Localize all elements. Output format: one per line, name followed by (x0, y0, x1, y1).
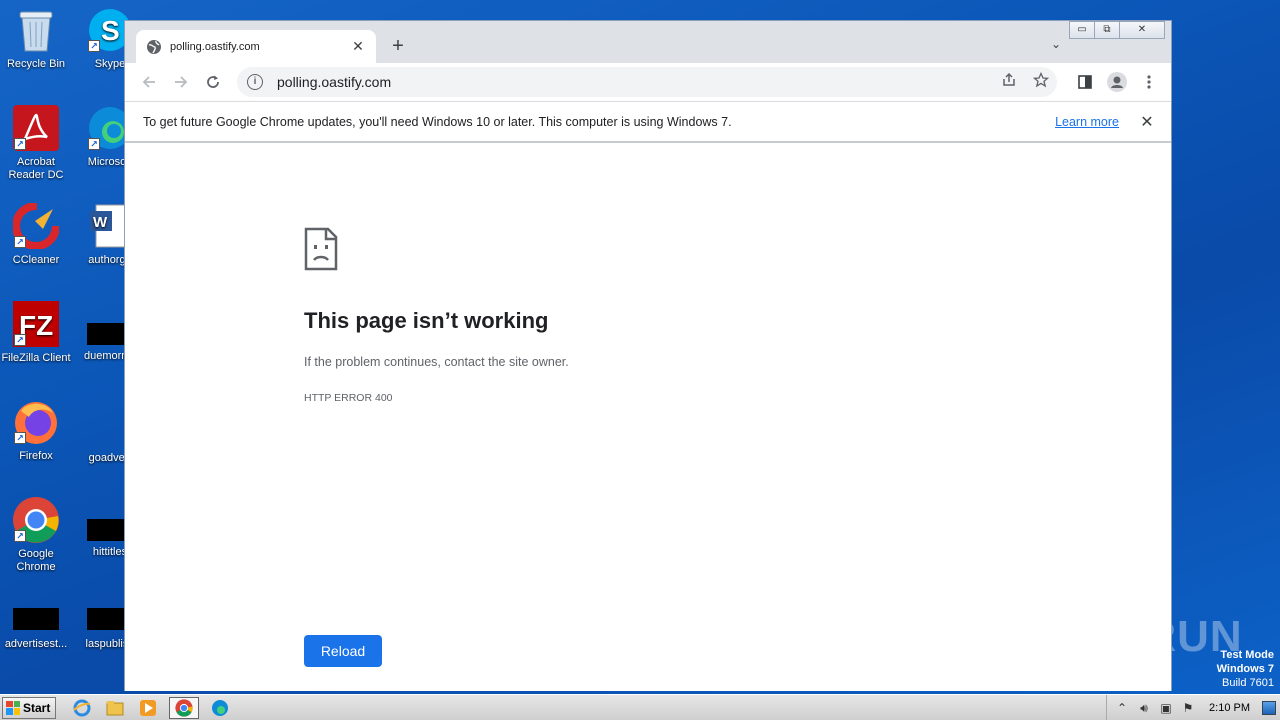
network-icon[interactable]: ▣ (1155, 701, 1177, 715)
close-window-button[interactable]: ✕ (1119, 21, 1165, 39)
shortcut-arrow-icon: ↗ (14, 138, 26, 150)
page-content: This page isn’t working If the problem c… (125, 143, 1171, 691)
profile-avatar-icon[interactable] (1107, 72, 1127, 92)
tab-search-chevron-icon[interactable]: ⌄ (1051, 37, 1061, 51)
forward-arrow-icon[interactable] (165, 66, 197, 98)
browser-toolbar: i polling.oastify.com (125, 63, 1171, 101)
infobar-close-icon[interactable]: ✕ (1137, 112, 1157, 132)
update-infobar: To get future Google Chrome updates, you… (125, 101, 1171, 142)
shortcut-arrow-icon: ↗ (14, 236, 26, 248)
learn-more-link[interactable]: Learn more (1055, 115, 1119, 129)
clock[interactable]: 2:10 PM (1209, 702, 1250, 714)
address-bar[interactable]: i polling.oastify.com (237, 67, 1057, 97)
chrome-taskbar-icon[interactable] (169, 696, 199, 719)
new-tab-button[interactable]: + (387, 35, 409, 58)
side-panel-icon[interactable] (1069, 67, 1101, 97)
file-explorer-icon[interactable] (103, 697, 127, 719)
recycle-bin-icon (12, 6, 60, 54)
menu-dots-icon[interactable] (1133, 67, 1165, 97)
infobar-message: To get future Google Chrome updates, you… (143, 114, 732, 129)
filezilla-icon: FZ ↗ (12, 300, 60, 348)
toolbar-right (1069, 67, 1165, 97)
window-controls: ▭ ⧉ ✕ (1069, 21, 1165, 39)
acrobat-icon: ↗ (12, 104, 60, 152)
browser-tab[interactable]: polling.oastify.com ✕ (136, 30, 376, 63)
desktop-icon-firefox[interactable]: ↗ Firefox (0, 398, 72, 463)
desktop-icon-label: Acrobat Reader DC (8, 156, 64, 181)
shortcut-arrow-icon: ↗ (88, 40, 100, 52)
start-label: Start (23, 700, 51, 715)
desktop-icon-advertisest[interactable]: advertisest... (0, 604, 72, 651)
chrome-window: polling.oastify.com ✕ + ⌄ ▭ ⧉ ✕ i pollin… (124, 20, 1172, 691)
desktop-icon-label: advertisest... (4, 638, 68, 650)
os-badge: Test Mode Windows 7 Build 7601 (1217, 648, 1274, 690)
svg-text:S: S (101, 15, 120, 46)
desktop-icon-filezilla[interactable]: FZ ↗ FileZilla Client (0, 300, 72, 365)
globe-icon (146, 39, 162, 55)
tab-strip: polling.oastify.com ✕ + ⌄ ▭ ⧉ ✕ (125, 21, 1171, 63)
os-badge-line2: Windows 7 (1216, 663, 1274, 675)
system-tray: ⌃ 🔊︎ ▣ ⚑ 2:10 PM (1106, 695, 1280, 720)
reload-button[interactable]: Reload (304, 635, 382, 667)
svg-text:W: W (93, 214, 108, 231)
back-arrow-icon[interactable] (133, 66, 165, 98)
desktop-icon-ccleaner[interactable]: ↗ CCleaner (0, 202, 72, 267)
restore-button[interactable]: ⧉ (1094, 21, 1120, 39)
tab-title: polling.oastify.com (170, 40, 260, 53)
desktop-icon-label: Firefox (19, 450, 53, 462)
desktop-icon-acrobat[interactable]: ↗ Acrobat Reader DC (0, 104, 72, 182)
error-subtitle: If the problem continues, contact the si… (304, 355, 569, 369)
ccleaner-icon: ↗ (12, 202, 60, 250)
volume-icon[interactable]: 🔊︎ (1133, 701, 1155, 716)
share-icon[interactable] (993, 72, 1025, 92)
desktop-icon-label: Recycle Bin (6, 58, 66, 70)
firefox-icon: ↗ (12, 398, 60, 446)
shortcut-arrow-icon: ↗ (14, 530, 26, 542)
reload-icon[interactable] (197, 66, 229, 98)
internet-explorer-icon[interactable] (70, 697, 94, 719)
shortcut-arrow-icon: ↗ (14, 432, 26, 444)
desktop-icon-label: Google Chrome (16, 548, 56, 573)
desktop-icon-label: CCleaner (12, 254, 60, 266)
desktop-icon-label: hittitles (92, 546, 128, 558)
show-desktop-button[interactable] (1262, 701, 1276, 715)
os-badge-line1: Test Mode (1220, 649, 1274, 661)
error-title: This page isn’t working (304, 308, 549, 333)
desktop-icon-label: FileZilla Client (1, 352, 71, 364)
minimize-button[interactable]: ▭ (1069, 21, 1095, 39)
address-url[interactable]: polling.oastify.com (277, 74, 993, 90)
taskbar: Start ⌃ 🔊︎ ▣ ⚑ 2:10 PM (0, 694, 1280, 720)
edge-taskbar-icon[interactable] (208, 697, 232, 719)
sad-page-icon (304, 227, 338, 271)
error-code: HTTP ERROR 400 (304, 392, 393, 404)
action-center-flag-icon[interactable]: ⚑ (1177, 701, 1199, 715)
show-hidden-icons-icon[interactable]: ⌃ (1111, 701, 1133, 715)
media-player-icon[interactable] (136, 697, 160, 719)
shortcut-arrow-icon: ↗ (88, 138, 100, 150)
desktop-icon-recycle-bin[interactable]: Recycle Bin (0, 6, 72, 71)
desktop-icon-label: Skype (94, 58, 126, 70)
site-info-icon[interactable]: i (247, 74, 263, 90)
start-button[interactable]: Start (2, 696, 56, 719)
bookmark-star-icon[interactable] (1025, 71, 1057, 92)
file-icon (12, 604, 60, 634)
chrome-icon: ↗ (12, 496, 60, 544)
os-badge-line3: Build 7601 (1222, 677, 1274, 689)
tab-close-icon[interactable]: ✕ (350, 38, 366, 55)
windows-logo-icon (6, 700, 20, 715)
desktop-icon-google-chrome[interactable]: ↗ Google Chrome (0, 496, 72, 574)
shortcut-arrow-icon: ↗ (14, 334, 26, 346)
